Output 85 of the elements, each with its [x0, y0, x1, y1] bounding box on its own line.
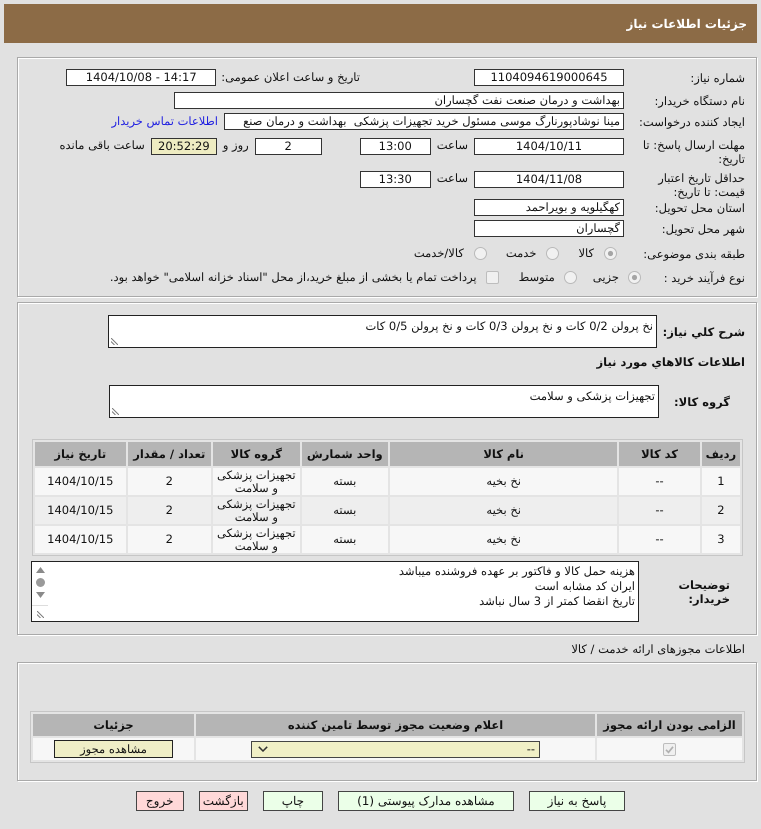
days-field[interactable]: 2 [254, 138, 322, 155]
reply-button[interactable]: پاسخ به نیاز [528, 791, 626, 811]
field-label: ایجاد کننده درخواست: [638, 114, 745, 128]
table-cell: تجهیزات پزشکی و سلامت [213, 497, 300, 524]
column-header: تعداد / مقدار [128, 442, 212, 466]
field-label: گروه کالا: [673, 394, 731, 408]
column-header: نام کالا [390, 442, 618, 466]
column-header: ردیف [702, 442, 740, 466]
scroll-down-icon[interactable] [36, 592, 44, 598]
page-title: جزئیات اطلاعات نیاز [626, 16, 747, 30]
resize-grip-icon [112, 408, 119, 415]
table-cell: -- [619, 468, 700, 495]
goods-group-field[interactable]: تجهیزات پزشکی و سلامت [109, 385, 659, 418]
table-cell: نخ بخیه [390, 468, 618, 495]
column-header: اعلام وضعیت مجوز توسط تامین کننده [196, 714, 595, 736]
resize-grip-icon [36, 611, 44, 618]
table-cell: تجهیزات پزشکی و سلامت [213, 526, 300, 553]
field-label: شماره نیاز: [689, 70, 745, 84]
buyer-contact-link[interactable]: اطلاعات تماس خریدار [111, 114, 218, 129]
table-cell: 1404/10/15 [35, 468, 126, 495]
column-header: واحد شمارش [302, 442, 388, 466]
field-label: حداقل تاریخ اعتبار قیمت: تا تاریخ: [656, 171, 745, 199]
column-header: گروه کالا [213, 442, 300, 466]
field-label: استان محل تحویل: [654, 200, 745, 214]
column-header: تاریخ نیاز [35, 442, 126, 466]
column-header: کد کالا [619, 442, 700, 466]
requester-field[interactable]: مینا نوشادپورنارگ موسی مسئول خرید تجهیزات پزشکی بهداشت و درمان صنع [224, 113, 624, 130]
option-label: متوسط [518, 270, 555, 285]
deadline-time-field[interactable]: 13:00 [360, 138, 431, 155]
table-cell: 2 [702, 497, 740, 524]
description-field[interactable]: نخ پرولن 0/2 کات و نخ پرولن 0/3 کات و نخ پرولن 0/5 کات [108, 315, 657, 348]
exit-button[interactable]: خروج [136, 791, 184, 811]
table-cell: بسته [302, 526, 388, 553]
need-number-field[interactable]: 1104094619000645 [474, 69, 624, 86]
table-cell: 1404/10/15 [35, 526, 126, 553]
chevron-down-icon [258, 746, 268, 752]
table-cell: نخ بخیه [390, 497, 618, 524]
table-cell: 1404/10/15 [35, 497, 126, 524]
table-cell: بسته [302, 497, 388, 524]
field-label: شرح کلي نياز: [662, 324, 745, 338]
section-title: اطلاعات كالاهاي مورد نياز [596, 355, 745, 370]
table-cell: 2 [128, 468, 212, 495]
field-label: نوع فرآیند خرید : [662, 270, 745, 284]
field-label: مهلت ارسال پاسخ: تا تاریخ: [642, 138, 745, 166]
field-label: نام دستگاه خریدار: [653, 94, 745, 108]
validity-time-field[interactable]: 13:30 [360, 171, 431, 188]
table-cell: -- [619, 497, 700, 524]
back-button[interactable]: بازگشت [198, 791, 248, 811]
print-button[interactable]: چاپ [262, 791, 324, 811]
column-header: جزئیات [33, 714, 194, 736]
field-label: ساعت [436, 171, 468, 186]
city-field[interactable]: گچساران [474, 220, 624, 237]
option-label: جزیی [592, 270, 619, 285]
field-label: توضیحات خریدار: [678, 578, 731, 606]
field-label: ساعت [436, 138, 468, 153]
option-label: کالا [578, 246, 594, 261]
table-cell: 2 [128, 497, 212, 524]
option-label: خدمت [506, 246, 536, 261]
table-cell: بسته [302, 468, 388, 495]
field-label: روز و [222, 138, 249, 153]
option-label: کالا/خدمت [414, 246, 464, 261]
deadline-date-field[interactable]: 1404/10/11 [474, 138, 624, 155]
field-label: ساعت باقی مانده [60, 138, 145, 153]
section-title: اطلاعات مجوزهای ارائه خدمت / کالا [571, 642, 745, 656]
table-cell: 1 [702, 468, 740, 495]
table-cell: تجهیزات پزشکی و سلامت [213, 468, 300, 495]
field-label: طبقه بندی موضوعی: [642, 246, 745, 260]
scroll-up-icon[interactable] [36, 567, 44, 573]
scroll-thumb-icon[interactable] [36, 578, 44, 587]
announcement-date-field[interactable]: 1404/10/08 - 14:17 [66, 69, 216, 86]
field-label: شهر محل تحویل: [660, 222, 745, 236]
field-label: تاریخ و ساعت اعلان عمومی: [221, 70, 360, 85]
table-cell: -- [619, 526, 700, 553]
attachments-button[interactable]: مشاهده مدارک پیوستی (1) [338, 791, 514, 811]
province-field[interactable]: کهگیلویه و بویراحمد [474, 199, 624, 216]
option-label: پرداخت تمام یا بخشی از مبلغ خرید،از محل "اسناد خزانه اسلامی" خواهد بود. [110, 270, 477, 285]
table-cell: 2 [128, 526, 212, 553]
resize-grip-icon [111, 338, 118, 345]
remaining-time-field: 20:52:29 [150, 138, 217, 155]
table-cell: نخ بخیه [390, 526, 618, 553]
validity-date-field[interactable]: 1404/11/08 [474, 171, 624, 188]
buyer-notes-field[interactable]: هزینه حمل کالا و فاکتور بر عهده فروشنده میباشد ایران کد مشابه است تاریخ انقضا کمتر از 3 سال نباشد [31, 561, 639, 622]
column-header: الزامی بودن ارائه مجوز [597, 714, 742, 736]
buyer-org-field[interactable]: بهداشت و درمان صنعت نفت گچساران [174, 92, 624, 109]
table-cell: 3 [702, 526, 740, 553]
